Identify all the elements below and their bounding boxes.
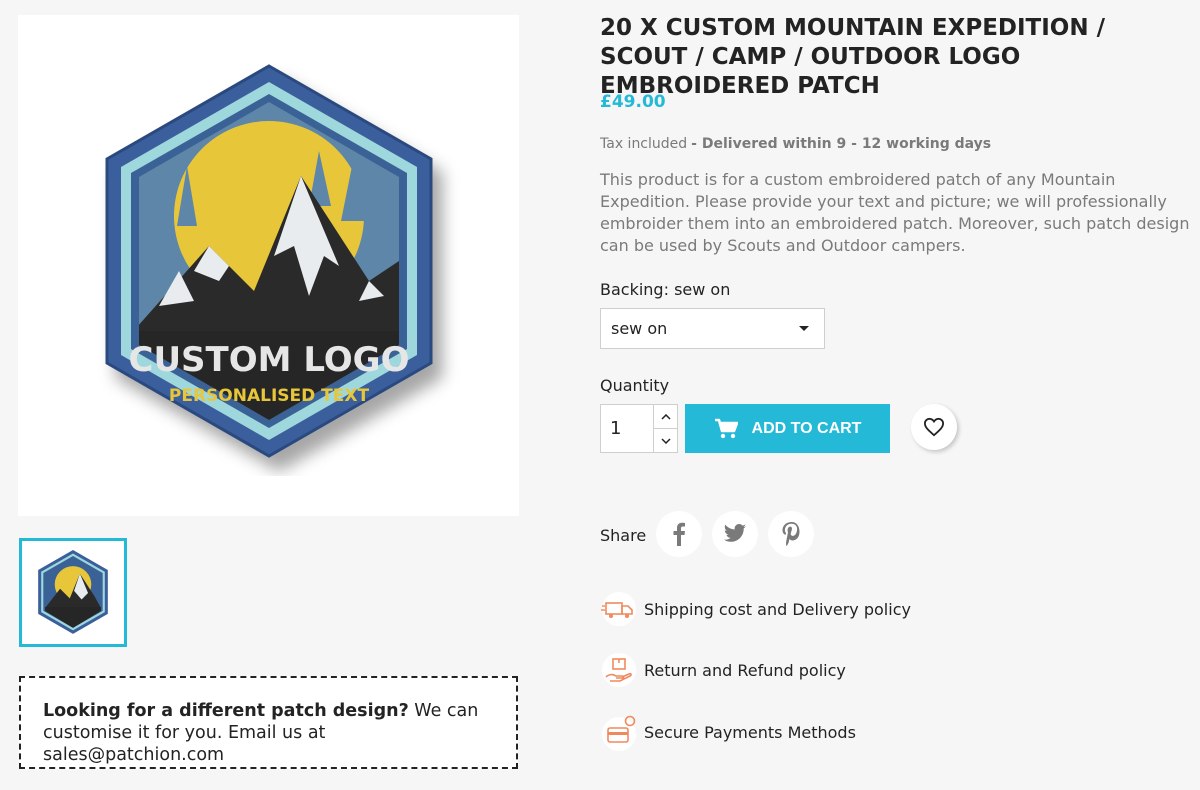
- payment-methods-link[interactable]: Secure Payments Methods: [600, 713, 856, 751]
- backing-select[interactable]: sew on: [600, 308, 825, 349]
- cart-icon: [714, 418, 738, 438]
- chevron-down-icon[interactable]: [654, 428, 677, 452]
- add-to-cart-button[interactable]: ADD TO CART: [685, 404, 890, 453]
- patch-thumbnail-image: [38, 549, 108, 634]
- shipping-policy-label: Shipping cost and Delivery policy: [644, 599, 911, 619]
- tax-label: Tax included: [600, 136, 688, 152]
- product-title: 20 X CUSTOM MOUNTAIN EXPEDITION / SCOUT …: [600, 15, 1106, 99]
- pinterest-share-button[interactable]: [768, 511, 814, 557]
- promo-heading: Looking for a different patch design?: [43, 701, 409, 721]
- caret-down-icon: [799, 326, 809, 331]
- credit-card-icon: [600, 713, 638, 751]
- quantity-label: Quantity: [600, 376, 670, 395]
- patch-sub-text: PERSONALISED TEXT: [168, 386, 369, 406]
- twitter-icon: [724, 524, 746, 542]
- backing-selected-value: sew on: [611, 319, 668, 338]
- add-to-cart-label: ADD TO CART: [751, 419, 862, 437]
- return-policy-link[interactable]: Return and Refund policy: [600, 651, 846, 689]
- return-policy-label: Return and Refund policy: [644, 660, 846, 680]
- quantity-spinner: [653, 405, 677, 452]
- patch-image: CUSTOM LOGO PERSONALISED TEXT: [105, 63, 432, 458]
- tax-delivery-info: Tax included - Delivered within 9 - 12 wo…: [600, 136, 991, 152]
- payment-methods-label: Secure Payments Methods: [644, 722, 856, 742]
- wishlist-button[interactable]: [911, 404, 957, 450]
- product-description: This product is for a custom embroidered…: [600, 170, 1190, 255]
- backing-label: Backing: sew on: [600, 280, 731, 299]
- return-box-icon: [600, 651, 638, 689]
- quantity-stepper[interactable]: 1: [600, 404, 678, 453]
- facebook-share-button[interactable]: [656, 511, 702, 557]
- pinterest-icon: [782, 522, 800, 546]
- product-thumbnail[interactable]: [19, 538, 127, 647]
- twitter-share-button[interactable]: [712, 511, 758, 557]
- quantity-input[interactable]: 1: [601, 405, 653, 452]
- facebook-icon: [673, 522, 685, 546]
- custom-design-promo: Looking for a different patch design? We…: [19, 676, 518, 769]
- chevron-up-icon[interactable]: [654, 405, 677, 428]
- share-label: Share: [600, 526, 647, 545]
- heart-icon: [923, 417, 945, 437]
- truck-icon: [600, 590, 638, 628]
- delivery-time: - Delivered within 9 - 12 working days: [691, 136, 992, 152]
- shipping-policy-link[interactable]: Shipping cost and Delivery policy: [600, 590, 911, 628]
- product-main-image[interactable]: CUSTOM LOGO PERSONALISED TEXT: [18, 15, 519, 516]
- patch-main-text: CUSTOM LOGO: [128, 340, 409, 380]
- product-price: £49.00: [600, 92, 666, 112]
